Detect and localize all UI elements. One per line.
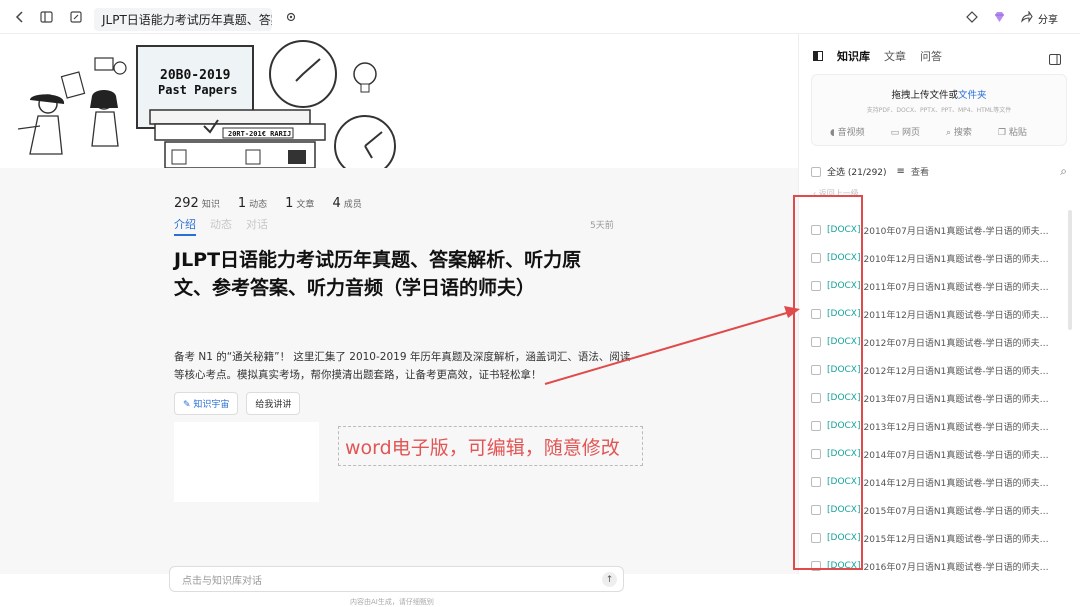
- chat-input[interactable]: 点击与知识库对话 ↑: [169, 566, 624, 592]
- list-item[interactable]: [DOCX] 2013年12月日语N1真题试卷-学日语的师夫…: [811, 412, 1061, 440]
- edit-icon[interactable]: [68, 9, 84, 25]
- scrollbar[interactable]: [1068, 210, 1072, 330]
- select-all-checkbox[interactable]: [811, 166, 821, 177]
- intro-content: 292 知识 1 动态 1 文章 4 成员 介绍 动态 对话 5天前 JLPT日语能力考…: [0, 168, 798, 606]
- view-button[interactable]: 查看: [911, 165, 929, 178]
- stat-members: 4 成员: [332, 196, 362, 211]
- list-item[interactable]: [DOCX] 2014年12月日语N1真题试卷-学日语的师夫…: [811, 468, 1061, 496]
- select-all-label[interactable]: 全选 (21/292): [827, 165, 887, 178]
- search-icon[interactable]: ⌕: [1060, 164, 1067, 179]
- poster-title-line2: Past Papers: [158, 83, 237, 97]
- page-title: JLPT日语能力考试历年真题、答案解析、听力原文、参考答案、听力音频（学日语的师…: [174, 249, 582, 299]
- list-item[interactable]: [DOCX] 2011年12月日语N1真题试卷-学日语的师夫…: [811, 300, 1061, 328]
- main-area: 20B0-2019 Past Papers 20RT-201€ RARIJ 29…: [0, 34, 798, 606]
- list-item[interactable]: [DOCX] 2014年07月日语N1真题试卷-学日语的师夫…: [811, 440, 1061, 468]
- stats-row: 292 知识 1 动态 1 文章 4 成员: [174, 192, 362, 211]
- upload-supported-formats: 支持PDF、DOCX、PPTX、PPT、MP4、HTML等文件: [866, 107, 1012, 114]
- knowledge-universe-label: 知识宇宙: [193, 400, 230, 410]
- top-bar: JLPT日语能力考试历年真题、答案… 分享: [0, 0, 1080, 34]
- back-label: 返回上一级: [818, 189, 859, 198]
- tab-qa[interactable]: 问答: [920, 48, 942, 64]
- stat-articles: 1 文章: [285, 196, 315, 211]
- upload-title: 拖拽上传文件或文件夹: [812, 87, 1066, 101]
- share-icon[interactable]: [1019, 9, 1035, 25]
- list-item[interactable]: [DOCX] 2010年12月日语N1真题试卷-学日语的师夫…: [811, 244, 1061, 272]
- preview-thumbnail: [174, 422, 319, 502]
- ai-disclaimer: 内容由AI生成，请仔细甄别: [350, 598, 434, 606]
- list-item[interactable]: [DOCX] 2011年07月日语N1真题试卷-学日语的师夫…: [811, 272, 1061, 300]
- send-arrow-icon[interactable]: ↑: [602, 572, 617, 587]
- webpage-button[interactable]: ▭ 网页: [891, 125, 920, 138]
- list-item[interactable]: [DOCX] 2012年12月日语N1真题试卷-学日语的师夫…: [811, 356, 1061, 384]
- explain-button[interactable]: 给我讲讲: [246, 392, 301, 415]
- poster-title-line1: 20B0-2019: [160, 68, 230, 83]
- annotation-callout: word电子版，可编辑，随意修改: [338, 426, 643, 466]
- list-item[interactable]: [DOCX] 2010年07月日语N1真题试卷-学日语的师夫…: [811, 216, 1061, 244]
- list-item[interactable]: [DOCX] 2015年12月日语N1真题试卷-学日语的师夫…: [811, 524, 1061, 552]
- action-buttons: ✎ 知识宇宙 给我讲讲: [174, 392, 301, 415]
- upload-actions: ◖ 音视频 ▭ 网页 ⌕ 搜索 ❐ 粘贴: [830, 125, 1027, 138]
- upload-dropzone[interactable]: 拖拽上传文件或文件夹 支持PDF、DOCX、PPTX、PPT、MP4、HTML等…: [811, 74, 1067, 146]
- back-link[interactable]: ‹ 返回上一级: [813, 188, 859, 199]
- tab-activity[interactable]: 动态: [210, 216, 232, 236]
- book-icon: [813, 51, 823, 61]
- search-button[interactable]: ⌕ 搜索: [946, 125, 972, 138]
- list-item[interactable]: [DOCX] 2016年07月日语N1真题试卷-学日语的师夫…: [811, 552, 1061, 580]
- paste-label: 粘贴: [1008, 128, 1027, 138]
- stat-knowledge: 292 知识: [174, 196, 220, 211]
- updated-time: 5天前: [590, 221, 614, 231]
- sidebar-toggle-icon[interactable]: [38, 9, 54, 25]
- paste-button[interactable]: ❐ 粘贴: [998, 125, 1027, 138]
- share-button[interactable]: 分享: [1038, 11, 1058, 26]
- panel-collapse-icon[interactable]: [1049, 50, 1061, 69]
- back-arrow-icon[interactable]: [12, 9, 28, 25]
- list-item[interactable]: [DOCX] 2012年07月日语N1真题试卷-学日语的师夫…: [811, 328, 1061, 356]
- audio-video-button[interactable]: ◖ 音视频: [830, 125, 865, 138]
- list-view-icon[interactable]: ≡: [897, 166, 905, 177]
- description: 备考 N1 的“通关秘籍”！ 这里汇集了 2010-2019 年历年真题及深度解…: [174, 351, 631, 381]
- upload-text: 拖拽上传文件或: [891, 90, 958, 101]
- webpage-label: 网页: [902, 128, 921, 138]
- content-tabs: 介绍 动态 对话: [174, 216, 268, 236]
- document-list: [DOCX] 2010年07月日语N1真题试卷-学日语的师夫… [DOCX] 201…: [811, 216, 1061, 580]
- knowledge-base-title[interactable]: JLPT日语能力考试历年真题、答案…: [94, 8, 272, 31]
- explore-icon[interactable]: [964, 9, 980, 25]
- search-label: 搜索: [953, 128, 972, 138]
- selection-row: 全选 (21/292) ≡ 查看 ⌕: [811, 164, 1067, 179]
- gem-icon[interactable]: [991, 9, 1007, 25]
- tab-chat[interactable]: 对话: [246, 216, 268, 236]
- knowledge-panel: 知识库 文章 问答 拖拽上传文件或文件夹 支持PDF、DOCX、PPTX、PPT…: [798, 34, 1080, 574]
- upload-folder-link[interactable]: 文件夹: [958, 90, 987, 101]
- list-item[interactable]: [DOCX] 2015年07月日语N1真题试卷-学日语的师夫…: [811, 496, 1061, 524]
- stat-activity: 1 动态: [237, 196, 268, 211]
- cover-illustration: 20B0-2019 Past Papers 20RT-201€ RARIJ: [0, 34, 798, 168]
- tab-knowledge-base[interactable]: 知识库: [837, 48, 870, 64]
- list-item[interactable]: [DOCX] 2013年07月日语N1真题试卷-学日语的师夫…: [811, 384, 1061, 412]
- knowledge-universe-button[interactable]: ✎ 知识宇宙: [174, 392, 239, 415]
- tab-intro[interactable]: 介绍: [174, 216, 196, 236]
- book-spine-label: 20RT-201€ RARIJ: [228, 130, 291, 138]
- panel-tabs: 知识库 文章 问答: [813, 48, 942, 64]
- settings-gear-icon[interactable]: [283, 9, 299, 25]
- audio-video-label: 音视频: [837, 128, 865, 138]
- tab-articles[interactable]: 文章: [884, 48, 906, 64]
